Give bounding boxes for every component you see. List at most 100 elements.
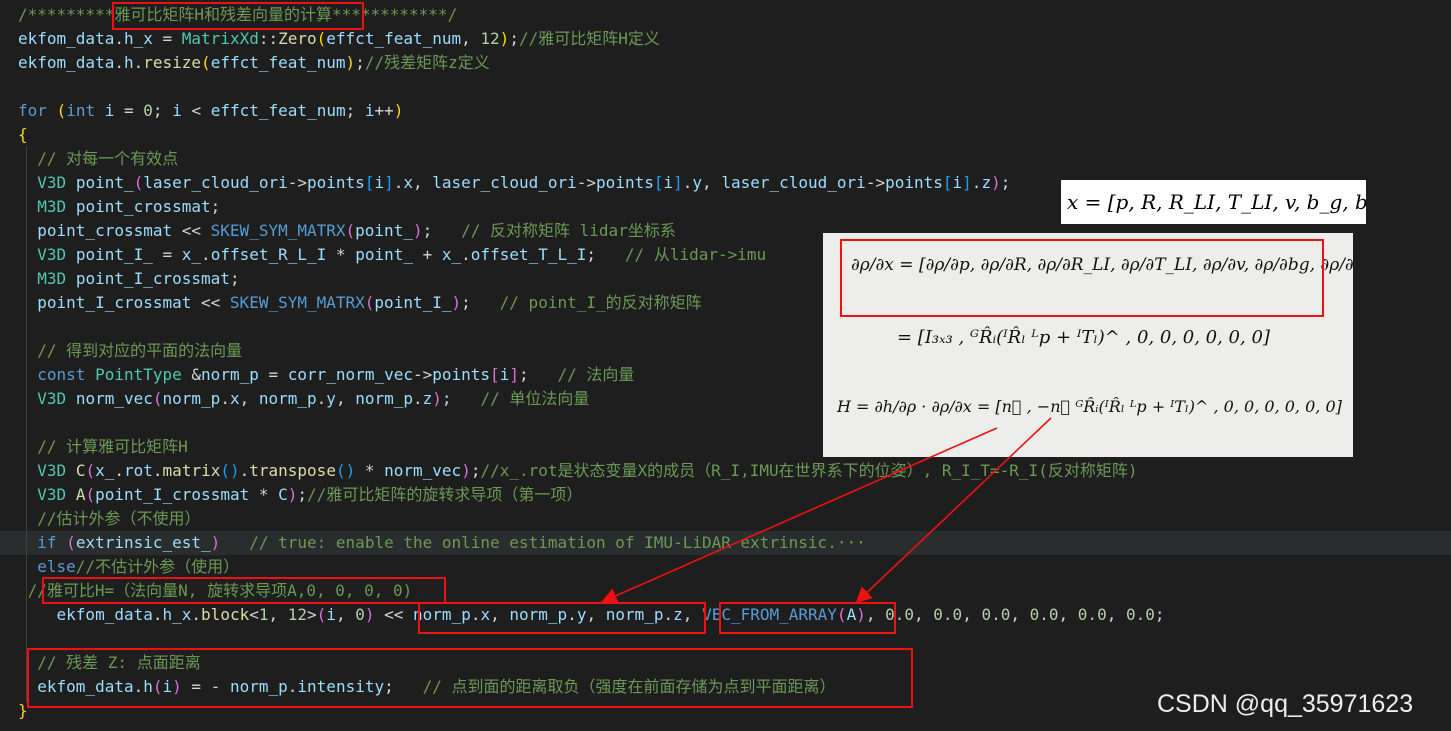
code-token: . [152,605,163,624]
code-token: 0.0 [1029,605,1059,624]
code-token: . [114,461,124,480]
code-token: norm_p [355,389,413,408]
code-token: , [702,173,722,192]
code-token: << [191,293,230,312]
code-token: norm_vec [384,461,462,480]
code-token: . [239,461,250,480]
code-line[interactable]: for (int i = 0; i < effct_feat_num; i++) [0,99,1451,123]
code-token: rot [124,461,153,480]
code-token: ; [345,101,365,120]
code-token: // point_I_的反对称矩阵 [499,293,702,312]
code-token: ) [461,461,471,480]
code-token: * [249,485,279,504]
code-token: points [307,173,365,192]
code-token: i [364,101,375,120]
code-token: int [66,101,96,120]
code-line[interactable]: ekfom_data.h.resize(effct_feat_num);//残差… [0,51,1451,75]
code-token: i [374,173,385,192]
code-token: Zero [278,29,317,48]
code-token: MatrixXd [181,29,259,48]
code-token: PointType [95,365,182,384]
code-token: x [403,173,414,192]
code-token: ( [201,53,211,72]
csdn-watermark: CSDN @qq_35971623 [1157,690,1414,718]
code-token: [ [490,365,500,384]
code-line[interactable] [0,75,1451,99]
code-token: block [201,605,250,624]
code-token: SKEW_SYM_MATRX [210,221,346,240]
code-token: else [37,557,76,576]
code-token: ) [393,101,404,120]
code-token: point_ [355,221,413,240]
code-token: C [75,461,86,480]
code-token: ( [133,173,144,192]
code-token: V3D [37,485,67,504]
code-token: points [885,173,943,192]
code-line[interactable]: V3D C(x_.rot.matrix().transpose() * norm… [0,459,1451,483]
code-token: laser_cloud_ori [721,173,866,192]
code-token: ; [422,221,462,240]
code-token: M3D [37,269,67,288]
code-token: V3D [37,461,67,480]
code-token: -> [412,365,433,384]
code-token: offset_T_L_I [470,245,587,264]
code-token: norm_p [258,389,317,408]
code-token: A [75,485,86,504]
code-line[interactable]: else//不估计外参（使用） [0,555,1451,579]
code-token: point_I_crossmat [95,485,250,504]
code-token: /********* [18,5,115,24]
code-token: < [181,101,211,120]
code-token: ] [962,173,972,192]
code-token: :: [258,29,279,48]
code-token: y [326,389,336,408]
code-token: ; [441,389,481,408]
code-token: = [258,365,288,384]
code-token: // 法向量 [557,365,635,384]
code-token: V3D [37,389,67,408]
code-token: . [393,173,404,192]
code-token: ) [210,533,221,552]
code-line[interactable]: { [0,123,1451,147]
code-token: for [18,101,47,120]
code-line[interactable]: //估计外参（不使用） [0,507,1451,531]
code-token: . [413,389,423,408]
code-token: ; [210,197,221,216]
code-token: extrinsic_est_ [75,533,211,552]
code-line[interactable]: ekfom_data.h_x = MatrixXd::Zero(effct_fe… [0,27,1451,51]
code-line[interactable]: V3D A(point_I_crossmat * C);//雅可比矩阵的旋转求导… [0,483,1451,507]
code-token: , [1010,605,1030,624]
code-token: matrix [162,461,221,480]
code-token: corr_norm_vec [287,365,413,384]
code-token: V3D [37,173,67,192]
code-token: 12 [480,29,500,48]
code-token: point_I_ [75,245,153,264]
code-token: , [335,389,356,408]
code-token: , [268,605,288,624]
code-token: << [172,221,211,240]
code-line[interactable]: // 对每一个有效点 [0,147,1451,171]
code-token: . [152,461,163,480]
code-token: -> [576,173,597,192]
code-token: ekfom_data [56,605,153,624]
code-token: [ [364,173,375,192]
code-token: 1 [258,605,269,624]
code-token: ; [229,269,240,288]
code-token: ( [345,221,356,240]
handwritten-row-2: = [I₃ₓ₃ , ᴳR̂ᵢ(ᴵR̂ₗ ᴸp + ᴵTₗ)^ , 0, 0, 0… [897,327,1270,348]
code-token: ( [152,389,163,408]
code-line[interactable]: if (extrinsic_est_) // true: enable the … [0,531,1451,555]
code-token: // true: enable the online estimation of… [249,533,866,552]
code-token: = [152,29,182,48]
code-token: > [307,605,317,624]
